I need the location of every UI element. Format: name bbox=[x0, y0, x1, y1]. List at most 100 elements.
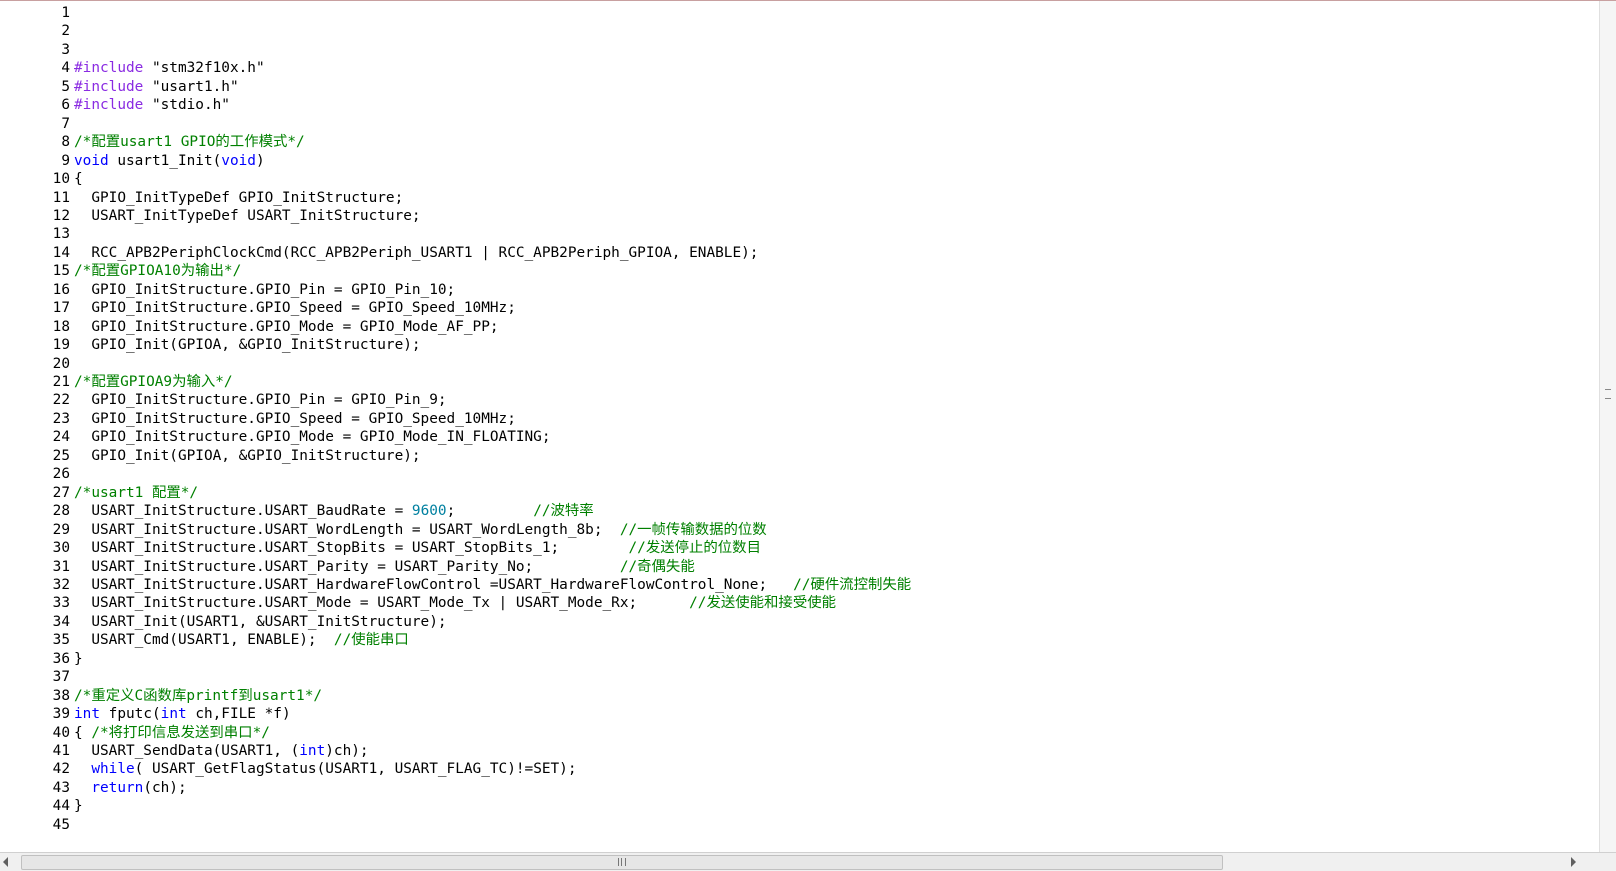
code-text: USART_InitStructure.USART_Parity = USART… bbox=[74, 558, 694, 577]
code-line[interactable]: 17 GPIO_InitStructure.GPIO_Speed = GPIO_… bbox=[0, 299, 516, 318]
code-line[interactable]: 19 GPIO_Init(GPIOA, &GPIO_InitStructure)… bbox=[0, 336, 421, 355]
line-number: 33 bbox=[52, 595, 70, 612]
code-line[interactable]: 26 bbox=[0, 465, 74, 484]
code-line[interactable]: 35 USART_Cmd(USART1, ENABLE); //使能串口 bbox=[0, 631, 409, 650]
code-line[interactable]: 23 GPIO_InitStructure.GPIO_Speed = GPIO_… bbox=[0, 410, 516, 429]
vertical-scrollbar[interactable] bbox=[1599, 1, 1616, 853]
code-line[interactable]: 12 USART_InitTypeDef USART_InitStructure… bbox=[0, 207, 421, 226]
code-line[interactable]: 29 USART_InitStructure.USART_WordLength … bbox=[0, 521, 767, 540]
line-number: 5 bbox=[61, 78, 70, 95]
code-text: /*usart1 配置*/ bbox=[74, 484, 198, 503]
code-line[interactable]: 3 bbox=[0, 41, 74, 60]
code-token: GPIO_InitStructure.GPIO_Mode = GPIO_Mode… bbox=[74, 318, 499, 335]
triangle-right-icon[interactable] bbox=[1571, 857, 1576, 867]
code-token: RCC_APB2PeriphClockCmd(RCC_APB2Periph_US… bbox=[74, 244, 759, 261]
code-line[interactable]: 15/*配置GPIOA10为输出*/ bbox=[0, 262, 242, 281]
code-line[interactable]: 31 USART_InitStructure.USART_Parity = US… bbox=[0, 558, 695, 577]
code-text: USART_InitStructure.USART_BaudRate = 960… bbox=[74, 502, 593, 521]
code-line[interactable]: 7 bbox=[0, 115, 74, 134]
code-line[interactable]: 34 USART_Init(USART1, &USART_InitStructu… bbox=[0, 613, 447, 632]
line-number: 31 bbox=[52, 558, 70, 575]
code-editor[interactable]: 1 2 3 4 #include "stm32f10x.h" 5 #include "usa… bbox=[0, 0, 1616, 871]
code-token: "stm32f10x.h" bbox=[151, 60, 265, 77]
code-token: /*配置usart1 GPIO的工作模式*/ bbox=[74, 134, 305, 151]
horizontal-scrollbar[interactable] bbox=[0, 852, 1616, 871]
code-line[interactable]: 24 GPIO_InitStructure.GPIO_Mode = GPIO_M… bbox=[0, 428, 551, 447]
code-token: { bbox=[74, 724, 92, 741]
code-token: (ch); bbox=[143, 779, 187, 796]
code-token: GPIO_Init(GPIOA, &GPIO_InitStructure); bbox=[74, 337, 421, 354]
code-text: #include "stdio.h" bbox=[74, 96, 230, 115]
line-number: 20 bbox=[52, 355, 70, 372]
code-line[interactable]: 10{ bbox=[0, 170, 83, 189]
code-token: 9600 bbox=[411, 503, 447, 520]
code-line[interactable]: 45 bbox=[0, 816, 74, 835]
line-number: 35 bbox=[52, 632, 70, 649]
code-area[interactable]: 1 2 3 4 #include "stm32f10x.h" 5 #include "usa… bbox=[0, 4, 1600, 853]
code-line[interactable]: 43 return(ch); bbox=[0, 779, 187, 798]
code-line[interactable]: 14 RCC_APB2PeriphClockCmd(RCC_APB2Periph… bbox=[0, 244, 759, 263]
line-number: 22 bbox=[52, 392, 70, 409]
code-token: USART_InitTypeDef USART_InitStructure; bbox=[74, 207, 421, 224]
code-line[interactable]: 32 USART_InitStructure.USART_HardwareFlo… bbox=[0, 576, 912, 595]
triangle-left-icon[interactable] bbox=[3, 857, 8, 867]
code-line[interactable]: 13 bbox=[0, 225, 74, 244]
code-text: USART_Init(USART1, &USART_InitStructure)… bbox=[74, 613, 447, 632]
line-number: 26 bbox=[52, 466, 70, 483]
code-line[interactable]: 38/*重定义C函数库printf到usart1*/ bbox=[0, 687, 322, 706]
code-line[interactable]: 37 bbox=[0, 668, 74, 687]
code-line[interactable]: 41 USART_SendData(USART1, (int)ch); bbox=[0, 742, 369, 761]
code-line[interactable]: 33 USART_InitStructure.USART_Mode = USAR… bbox=[0, 594, 836, 613]
code-line[interactable]: 39 int fputc(int ch,FILE *f) bbox=[0, 705, 291, 724]
code-line[interactable]: 30 USART_InitStructure.USART_StopBits = … bbox=[0, 539, 761, 558]
code-line[interactable]: 40{ /*将打印信息发送到串口*/ bbox=[0, 724, 270, 743]
code-line[interactable]: 42 while( USART_GetFlagStatus(USART1, US… bbox=[0, 760, 577, 779]
code-line[interactable]: 27/*usart1 配置*/ bbox=[0, 484, 198, 503]
code-line[interactable]: 20 bbox=[0, 355, 74, 374]
code-line[interactable]: 9 void usart1_Init(void) bbox=[0, 152, 265, 171]
code-line[interactable]: 11 GPIO_InitTypeDef GPIO_InitStructure; bbox=[0, 189, 404, 208]
horizontal-scroll-thumb[interactable] bbox=[21, 855, 1223, 870]
code-text: /*配置GPIOA9为输入*/ bbox=[74, 373, 233, 392]
code-line[interactable]: 16 GPIO_InitStructure.GPIO_Pin = GPIO_Pi… bbox=[0, 281, 456, 300]
code-text: USART_InitStructure.USART_StopBits = USA… bbox=[74, 539, 761, 558]
code-text: while( USART_GetFlagStatus(USART1, USART… bbox=[74, 760, 576, 779]
code-text: #include "usart1.h" bbox=[74, 78, 239, 97]
code-line[interactable]: 2 bbox=[0, 22, 74, 41]
code-token: USART_InitStructure.USART_HardwareFlowCo… bbox=[74, 576, 794, 593]
code-line[interactable]: 28 USART_InitStructure.USART_BaudRate = … bbox=[0, 502, 594, 521]
code-token: USART_InitStructure.USART_BaudRate = bbox=[74, 503, 412, 520]
code-line[interactable]: 1 bbox=[0, 4, 74, 23]
code-line[interactable]: 36} bbox=[0, 650, 83, 669]
code-text: { /*将打印信息发送到串口*/ bbox=[74, 724, 270, 743]
line-number: 45 bbox=[52, 816, 70, 833]
line-number: 27 bbox=[52, 484, 70, 501]
code-token: } bbox=[74, 798, 83, 815]
code-text: /*配置usart1 GPIO的工作模式*/ bbox=[74, 133, 305, 152]
code-token: USART_Init(USART1, &USART_InitStructure)… bbox=[74, 613, 447, 630]
code-text: GPIO_InitStructure.GPIO_Speed = GPIO_Spe… bbox=[74, 410, 516, 429]
code-line[interactable]: 18 GPIO_InitStructure.GPIO_Mode = GPIO_M… bbox=[0, 318, 499, 337]
line-number: 15 bbox=[52, 263, 70, 280]
code-token: GPIO_InitTypeDef GPIO_InitStructure; bbox=[74, 189, 404, 206]
code-line[interactable]: 4 #include "stm32f10x.h" bbox=[0, 59, 265, 78]
code-text: USART_SendData(USART1, (int)ch); bbox=[74, 742, 368, 761]
line-number: 42 bbox=[52, 761, 70, 778]
code-line[interactable]: 8/*配置usart1 GPIO的工作模式*/ bbox=[0, 133, 305, 152]
code-token: USART_SendData(USART1, ( bbox=[74, 743, 300, 759]
code-line[interactable]: 6 #include "stdio.h" bbox=[0, 96, 230, 115]
code-token: int bbox=[299, 743, 326, 759]
line-number: 13 bbox=[52, 226, 70, 243]
code-line[interactable]: 21/*配置GPIOA9为输入*/ bbox=[0, 373, 233, 392]
line-number: 34 bbox=[52, 613, 70, 630]
code-line[interactable]: 22 GPIO_InitStructure.GPIO_Pin = GPIO_Pi… bbox=[0, 391, 447, 410]
line-number: 44 bbox=[52, 798, 70, 815]
code-line[interactable]: 44} bbox=[0, 797, 83, 816]
line-number: 8 bbox=[61, 134, 70, 151]
code-line[interactable]: 5 #include "usart1.h" bbox=[0, 78, 239, 97]
code-line[interactable]: 25 GPIO_Init(GPIOA, &GPIO_InitStructure)… bbox=[0, 447, 421, 466]
code-token: ) bbox=[255, 152, 265, 169]
line-number: 29 bbox=[52, 521, 70, 538]
line-number: 19 bbox=[52, 337, 70, 354]
